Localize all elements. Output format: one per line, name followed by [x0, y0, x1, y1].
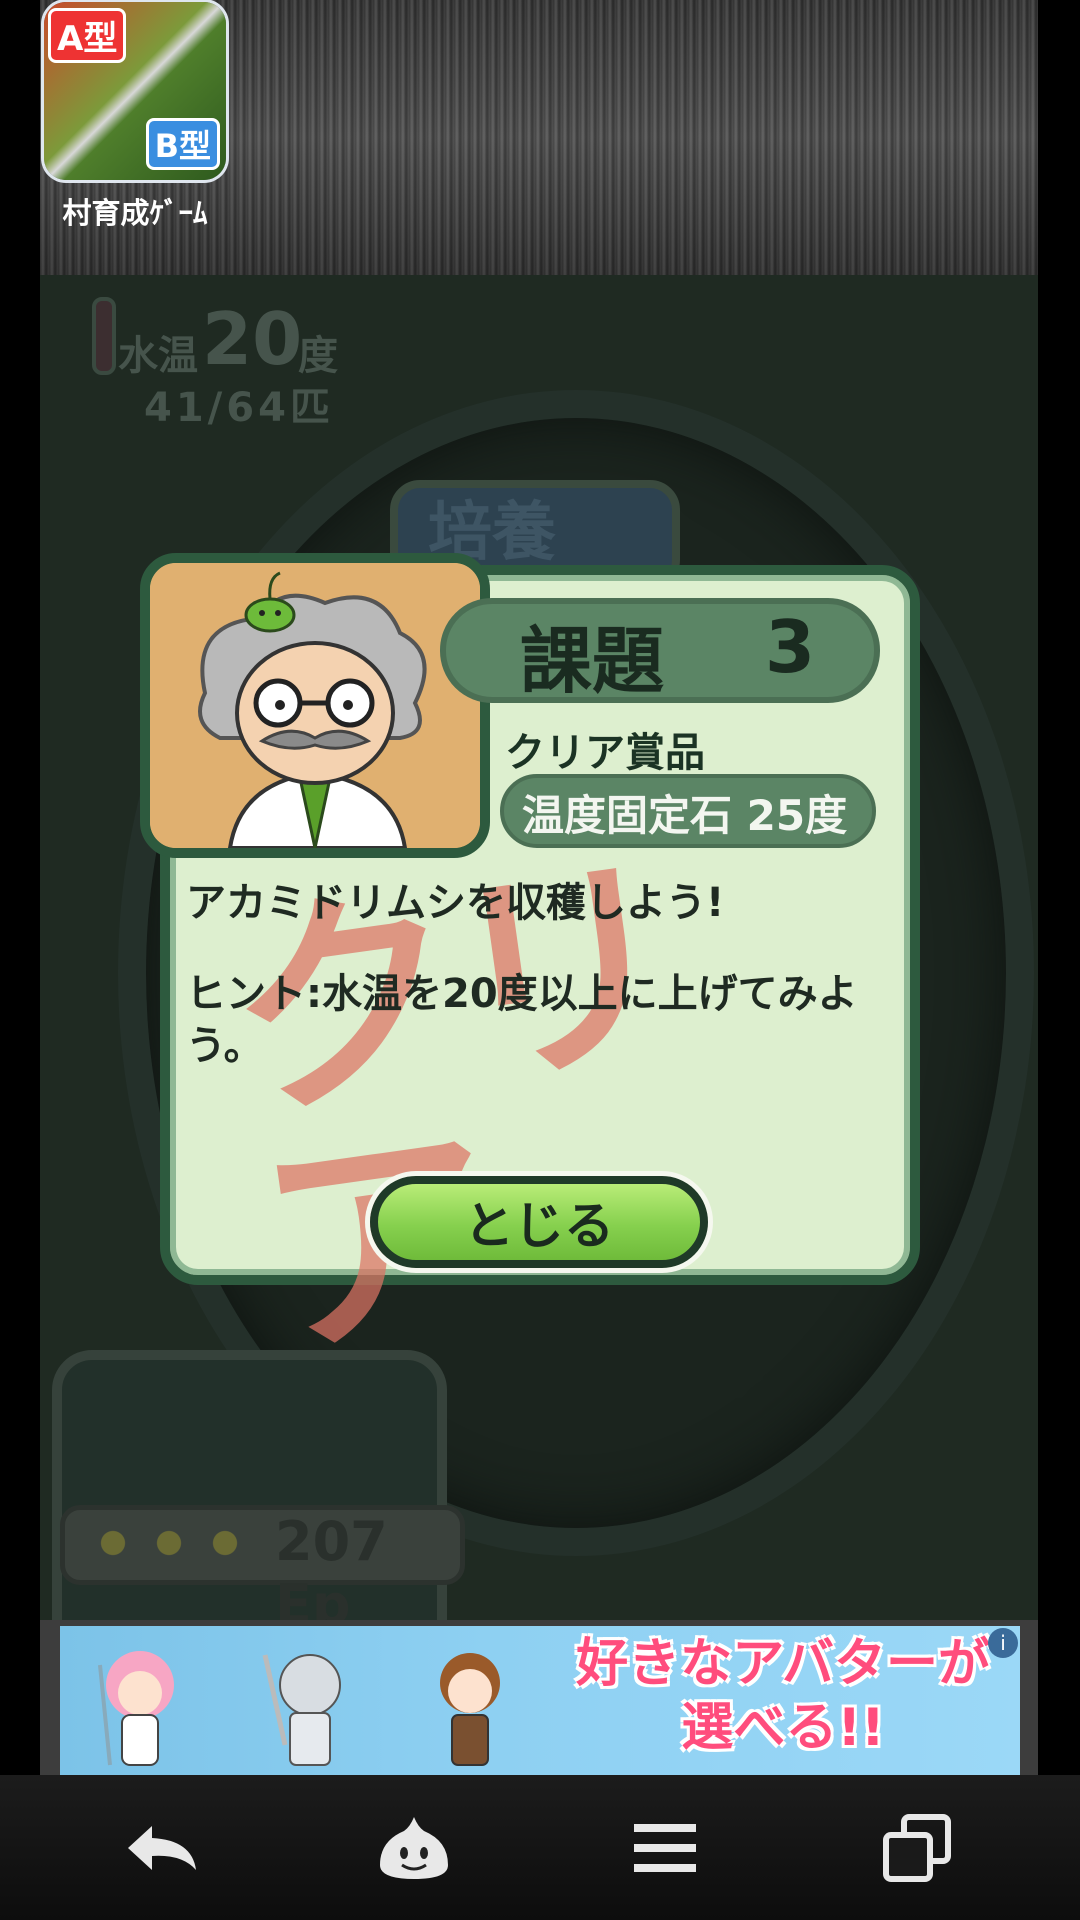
ad-info-icon[interactable]: i [988, 1628, 1018, 1658]
ad-headline-line1: 好きなアバターが [576, 1634, 990, 1694]
organism-count: 41/64匹 [144, 385, 334, 431]
home-button[interactable] [354, 1805, 474, 1890]
boy-character-icon [440, 1653, 500, 1766]
navigation-bar [0, 1775, 1080, 1920]
water-temperature-panel: 水温 20 度 41/64匹 [60, 285, 360, 431]
ad-headline-line2: 選べる!! [681, 1698, 885, 1758]
task-label: 課題 [520, 619, 665, 703]
reward-item: 温度固定石 25度 [522, 791, 848, 840]
professor-avatar-icon [150, 563, 480, 848]
water-temp-value: 20 [202, 297, 303, 381]
thermometer-icon [92, 297, 116, 375]
badge-b-type: B型 [145, 118, 220, 170]
water-temp-label: 水温 [118, 333, 198, 379]
recent-apps-button[interactable] [857, 1805, 977, 1890]
hint-text: ヒント:水温を20度以上に上げてみよう。 [186, 971, 858, 1069]
back-button[interactable] [102, 1805, 222, 1890]
slime-home-icon [380, 1816, 448, 1879]
ad-headline[interactable]: 好きなアバターが 選べる!! [576, 1632, 990, 1760]
back-icon [128, 1825, 196, 1870]
menu-button[interactable] [605, 1805, 725, 1890]
app-icon-label[interactable]: 村育成ｹﾞｰﾑ [44, 190, 226, 232]
ep-value: 207 Ep [275, 1510, 388, 1620]
badge-a-type: A型 [48, 8, 127, 63]
knight-character-icon [262, 1654, 341, 1766]
reward-label: クリア賞品 [505, 730, 705, 776]
village-game-app-icon[interactable]: A型 B型 [44, 2, 226, 180]
avatar-ad[interactable]: 好きなアバターが 選べる!! i [60, 1626, 1020, 1775]
close-button[interactable]: とじる [370, 1176, 708, 1268]
water-temp-unit: 度 [298, 333, 338, 379]
mission-text: アカミドリムシを収穫しよう! [186, 880, 725, 926]
ep-counter: 207 Ep [60, 1505, 465, 1620]
menu-icon [634, 1823, 696, 1872]
bottom-ad-banner[interactable]: 好きなアバターが 選べる!! i [40, 1620, 1038, 1775]
ep-organism-icons [85, 1516, 255, 1570]
task-number: 3 [765, 605, 816, 689]
pink-girl-character-icon [98, 1651, 174, 1766]
professor-portrait [140, 553, 490, 858]
recent-apps-icon [883, 1813, 951, 1882]
